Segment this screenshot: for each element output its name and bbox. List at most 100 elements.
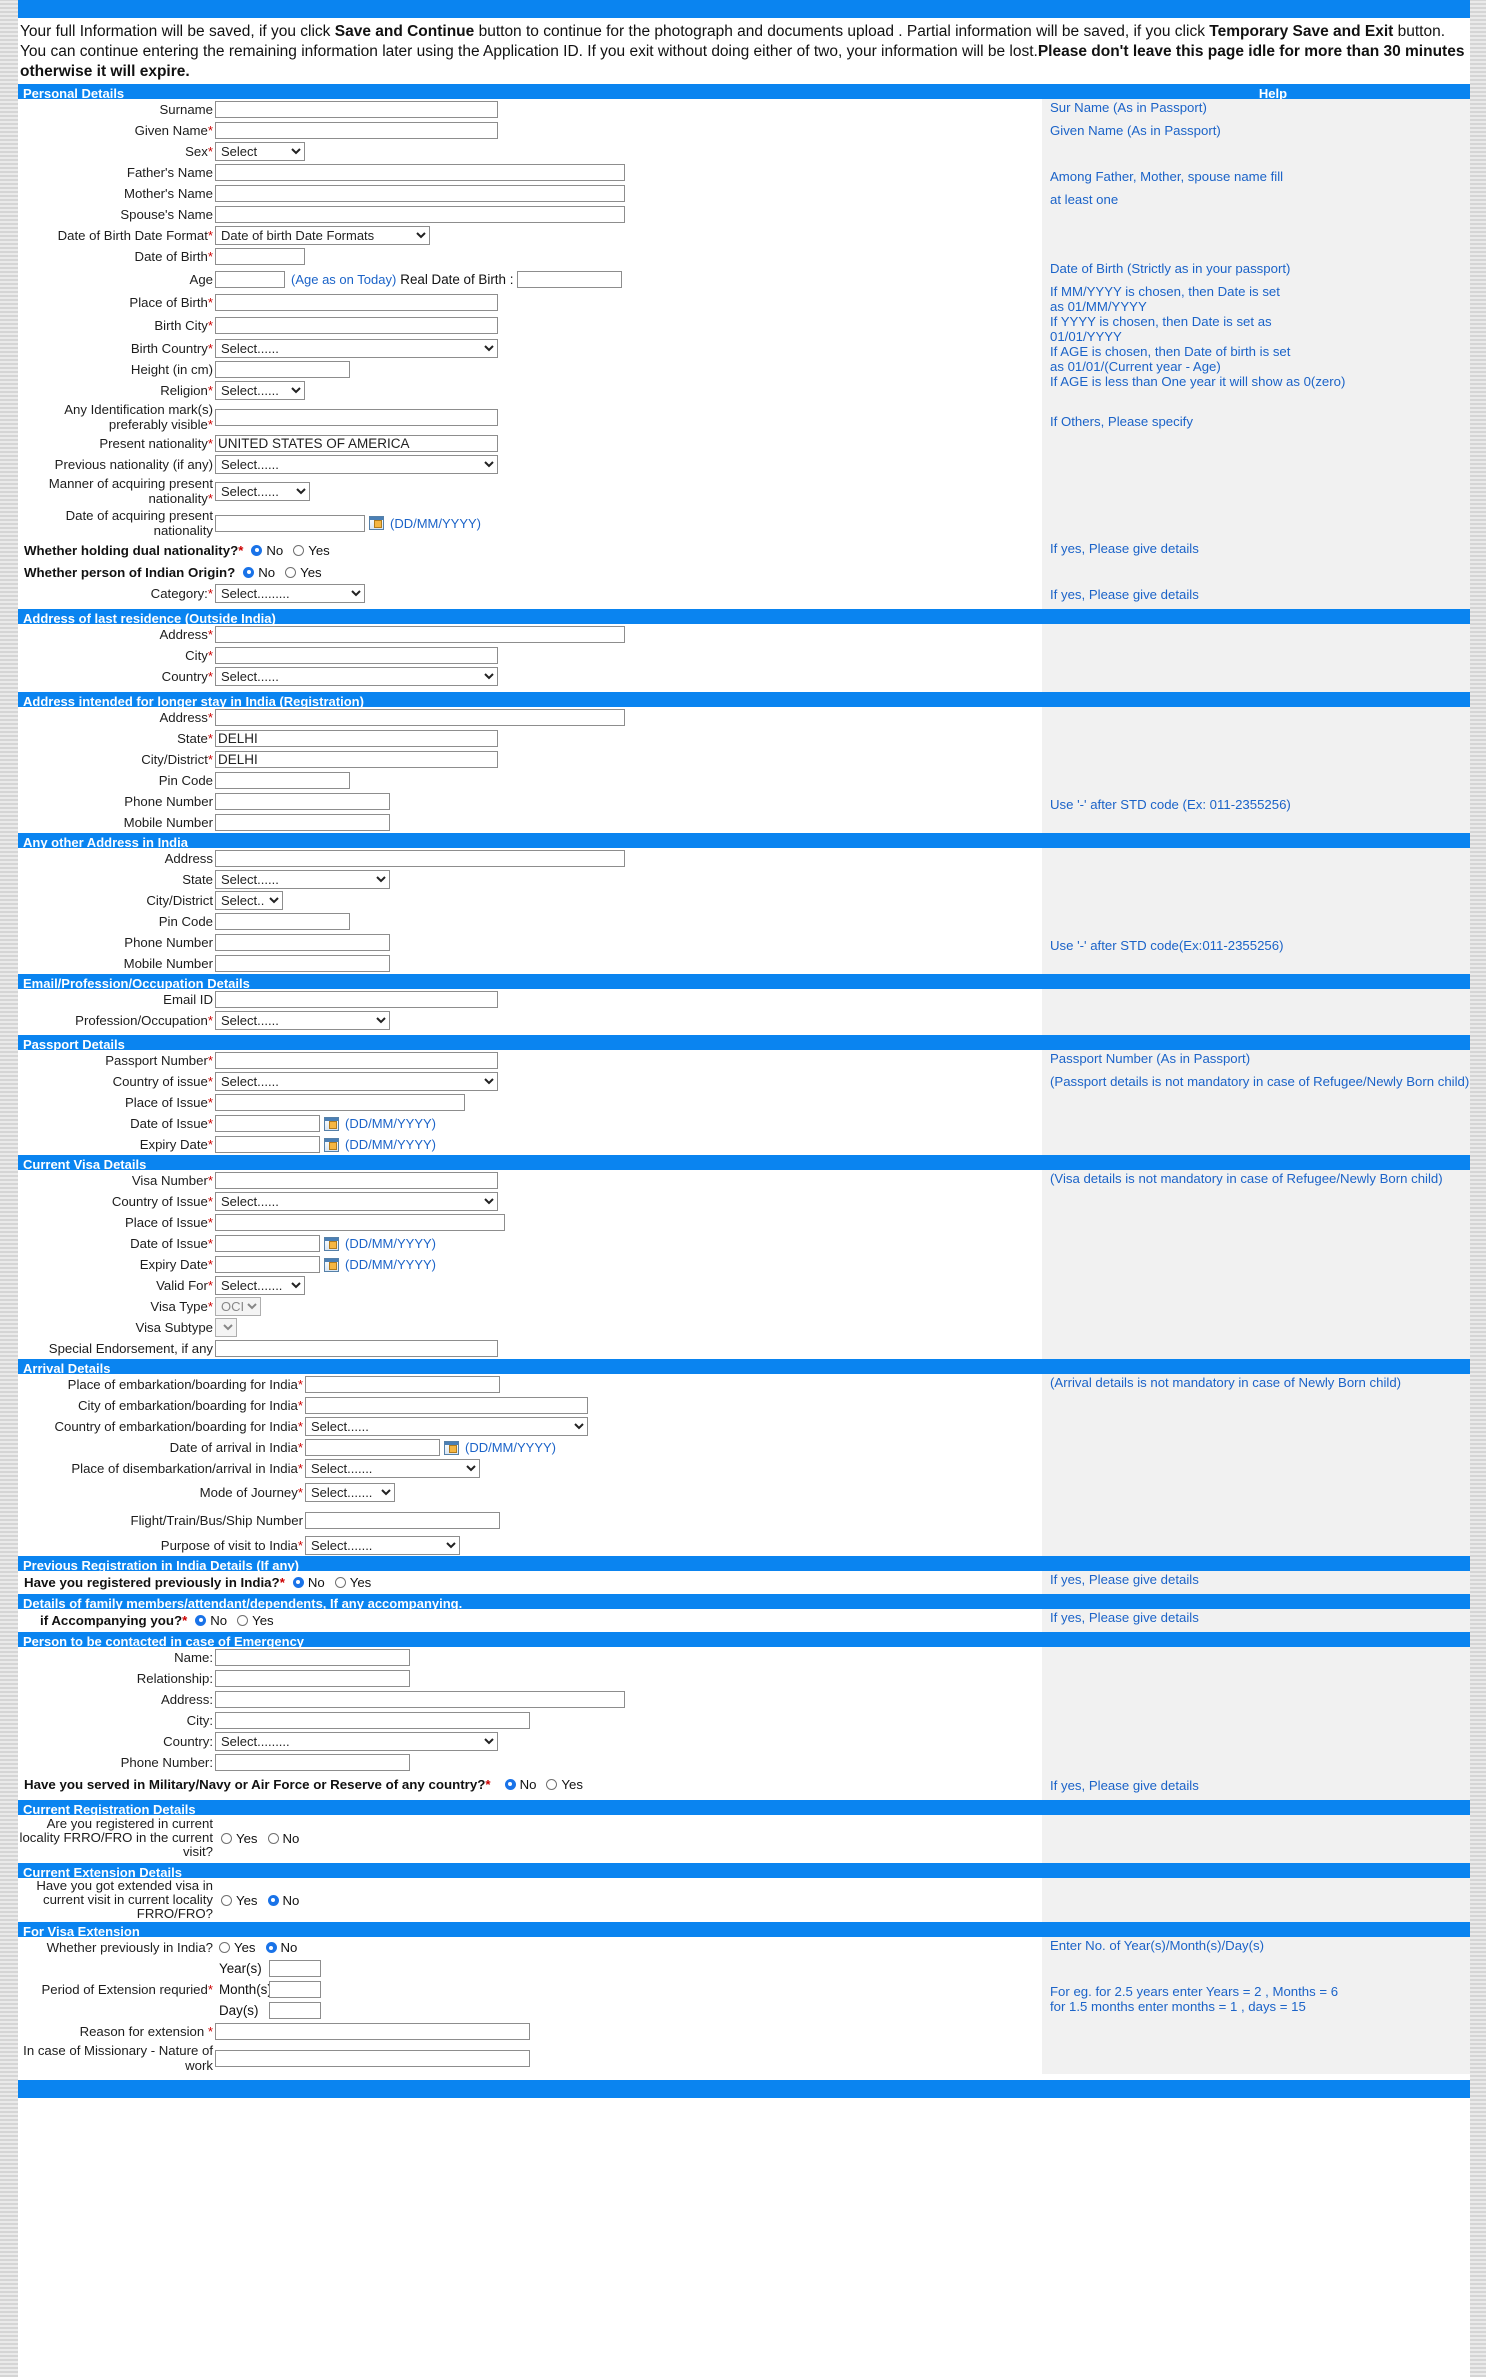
previously-in-india-yes-option[interactable]: Yes bbox=[219, 1940, 258, 1955]
visa-country-select[interactable]: Select...... bbox=[215, 1192, 498, 1211]
calendar-icon[interactable] bbox=[324, 1116, 339, 1131]
radio-accompany-no[interactable] bbox=[195, 1614, 207, 1626]
dual-nationality-no-option[interactable]: No bbox=[251, 543, 285, 558]
present-nationality-input[interactable] bbox=[215, 435, 498, 452]
dob-format-select[interactable]: Date of birth Date Formats bbox=[215, 226, 430, 245]
last-residence-country-select[interactable]: Select...... bbox=[215, 667, 498, 686]
longer-stay-address-input[interactable] bbox=[215, 709, 625, 726]
place-disembarkation-select[interactable]: Select....... bbox=[305, 1459, 480, 1478]
place-embarkation-input[interactable] bbox=[305, 1376, 500, 1393]
other-pin-input[interactable] bbox=[215, 913, 350, 930]
last-residence-address-input[interactable] bbox=[215, 626, 625, 643]
visa-number-input[interactable] bbox=[215, 1172, 498, 1189]
other-phone-input[interactable] bbox=[215, 934, 390, 951]
special-endorsement-input[interactable] bbox=[215, 1340, 498, 1357]
flight-number-input[interactable] bbox=[305, 1511, 500, 1529]
date-arrival-input[interactable] bbox=[305, 1439, 440, 1456]
calendar-icon[interactable] bbox=[324, 1137, 339, 1152]
visa-place-input[interactable] bbox=[215, 1214, 505, 1231]
radio-prev-india-yes[interactable] bbox=[219, 1942, 230, 1953]
passport-expiry-input[interactable] bbox=[215, 1136, 320, 1153]
calendar-icon[interactable] bbox=[444, 1440, 459, 1455]
longer-stay-pin-input[interactable] bbox=[215, 772, 350, 789]
radio-cur-ext-yes[interactable] bbox=[221, 1894, 232, 1906]
radio-cur-reg-no[interactable] bbox=[267, 1832, 279, 1844]
current-registration-yes-option[interactable]: Yes bbox=[221, 1831, 260, 1846]
identification-mark-input[interactable] bbox=[215, 408, 498, 426]
radio-cur-reg-yes[interactable] bbox=[221, 1832, 232, 1844]
date-acquiring-input[interactable] bbox=[215, 514, 365, 532]
radio-military-no[interactable] bbox=[504, 1778, 516, 1790]
sex-select[interactable]: Select bbox=[215, 142, 305, 161]
current-extension-yes-option[interactable]: Yes bbox=[221, 1893, 260, 1908]
calendar-icon[interactable] bbox=[324, 1257, 339, 1272]
previous-registration-yes-option[interactable]: Yes bbox=[334, 1575, 374, 1590]
fathers-name-input[interactable] bbox=[215, 164, 625, 181]
city-embarkation-input[interactable] bbox=[305, 1397, 588, 1414]
email-input[interactable] bbox=[215, 991, 498, 1008]
military-yes-option[interactable]: Yes bbox=[546, 1777, 585, 1792]
religion-select[interactable]: Select...... bbox=[215, 381, 305, 400]
dob-input[interactable] bbox=[215, 248, 305, 265]
emergency-address-input[interactable] bbox=[215, 1691, 625, 1708]
radio-prev-reg-yes[interactable] bbox=[334, 1576, 346, 1588]
radio-prev-reg-no[interactable] bbox=[292, 1576, 304, 1588]
mode-journey-select[interactable]: Select....... bbox=[305, 1482, 395, 1502]
longer-stay-mobile-input[interactable] bbox=[215, 814, 390, 831]
calendar-icon[interactable] bbox=[324, 1236, 339, 1251]
other-address-input[interactable] bbox=[215, 850, 625, 867]
extension-years-input[interactable] bbox=[269, 1960, 321, 1977]
calendar-icon[interactable] bbox=[369, 516, 384, 530]
profession-select[interactable]: Select...... bbox=[215, 1011, 390, 1030]
indian-origin-yes-option[interactable]: Yes bbox=[285, 565, 324, 580]
spouses-name-input[interactable] bbox=[215, 206, 625, 223]
radio-dual-no[interactable] bbox=[251, 544, 263, 556]
mothers-name-input[interactable] bbox=[215, 185, 625, 202]
emergency-name-input[interactable] bbox=[215, 1649, 410, 1666]
emergency-phone-input[interactable] bbox=[215, 1754, 410, 1771]
valid-for-select[interactable]: Select....... bbox=[215, 1276, 305, 1295]
birth-city-input[interactable] bbox=[215, 317, 498, 334]
emergency-relationship-input[interactable] bbox=[215, 1670, 410, 1687]
other-state-select[interactable]: Select...... bbox=[215, 870, 390, 889]
other-city-select[interactable]: Select...... bbox=[215, 891, 283, 910]
visa-subtype-select[interactable] bbox=[215, 1318, 237, 1337]
radio-prev-india-no[interactable] bbox=[265, 1942, 277, 1953]
passport-date-issue-input[interactable] bbox=[215, 1115, 320, 1132]
emergency-country-select[interactable]: Select......... bbox=[215, 1732, 498, 1751]
previously-in-india-no-option[interactable]: No bbox=[265, 1940, 300, 1955]
visa-type-select[interactable]: OCI bbox=[215, 1297, 261, 1316]
manner-acquiring-select[interactable]: Select...... bbox=[215, 481, 310, 501]
radio-origin-no[interactable] bbox=[243, 566, 255, 578]
visa-date-issue-input[interactable] bbox=[215, 1235, 320, 1252]
longer-stay-phone-input[interactable] bbox=[215, 793, 390, 810]
accompanying-no-option[interactable]: No bbox=[195, 1613, 229, 1628]
current-extension-no-option[interactable]: No bbox=[267, 1893, 302, 1908]
longer-stay-city-input[interactable] bbox=[215, 751, 498, 768]
radio-cur-ext-no[interactable] bbox=[267, 1894, 279, 1906]
missionary-input[interactable] bbox=[215, 2049, 530, 2067]
passport-number-input[interactable] bbox=[215, 1052, 498, 1069]
given-name-input[interactable] bbox=[215, 122, 498, 139]
height-input[interactable] bbox=[215, 361, 350, 378]
visa-expiry-input[interactable] bbox=[215, 1256, 320, 1273]
age-input[interactable] bbox=[215, 271, 285, 288]
emergency-city-input[interactable] bbox=[215, 1712, 530, 1729]
military-no-option[interactable]: No bbox=[504, 1777, 539, 1792]
radio-origin-yes[interactable] bbox=[285, 566, 297, 578]
passport-country-select[interactable]: Select...... bbox=[215, 1072, 498, 1091]
radio-accompany-yes[interactable] bbox=[237, 1614, 249, 1626]
purpose-select[interactable]: Select....... bbox=[305, 1536, 460, 1555]
surname-input[interactable] bbox=[215, 101, 498, 118]
real-dob-input[interactable] bbox=[517, 271, 623, 288]
radio-dual-yes[interactable] bbox=[293, 544, 305, 556]
place-of-birth-input[interactable] bbox=[215, 294, 498, 311]
last-residence-city-input[interactable] bbox=[215, 647, 498, 664]
birth-country-select[interactable]: Select...... bbox=[215, 339, 498, 358]
extension-months-input[interactable] bbox=[269, 1981, 321, 1998]
country-embarkation-select[interactable]: Select...... bbox=[305, 1417, 588, 1436]
passport-place-input[interactable] bbox=[215, 1094, 465, 1111]
accompanying-yes-option[interactable]: Yes bbox=[237, 1613, 276, 1628]
previous-registration-no-option[interactable]: No bbox=[292, 1575, 327, 1590]
category-select[interactable]: Select......... bbox=[215, 584, 365, 603]
